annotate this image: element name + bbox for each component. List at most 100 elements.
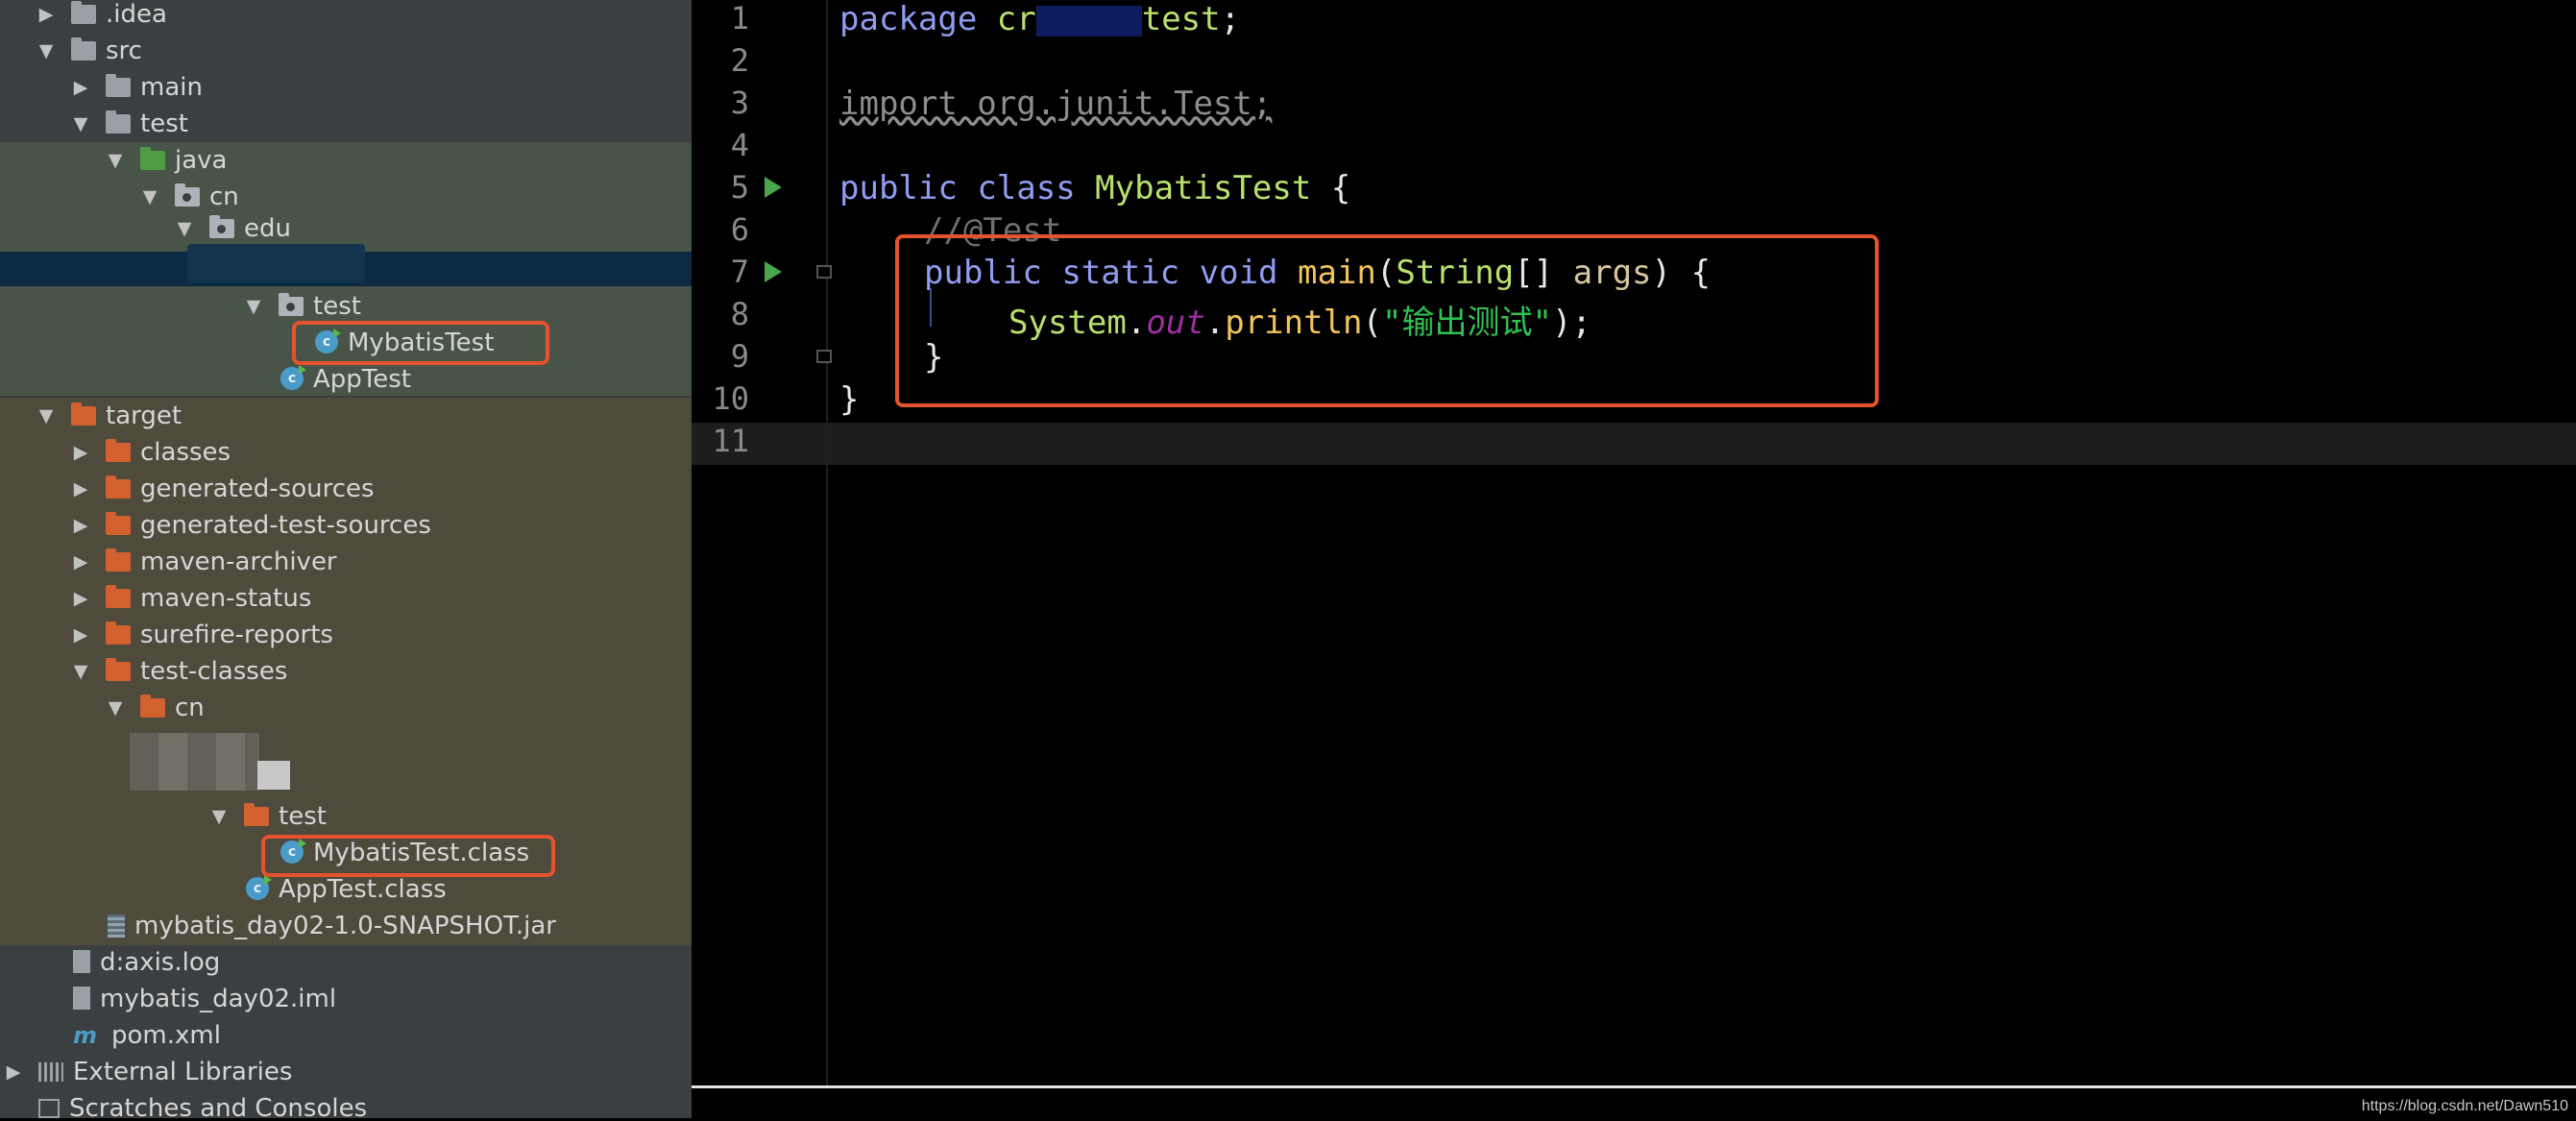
- jar-icon: [108, 914, 125, 938]
- expand-arrow-icon[interactable]: ▶: [73, 553, 88, 572]
- tree-item-axis-log[interactable]: d:axis.log: [73, 945, 220, 980]
- expand-arrow-icon[interactable]: ▶: [6, 1063, 21, 1082]
- tree-item-iml[interactable]: mybatis_day02.iml: [73, 982, 336, 1016]
- tree-item-jar[interactable]: mybatis_day02-1.0-SNAPSHOT.jar: [108, 909, 556, 943]
- collapse-arrow-icon[interactable]: ▼: [73, 115, 88, 134]
- redacted-package: [187, 244, 365, 282]
- collapse-arrow-icon[interactable]: ▼: [73, 663, 88, 681]
- tree-item-apptest[interactable]: c AppTest: [280, 362, 411, 397]
- run-main-icon[interactable]: [765, 261, 782, 282]
- code-line-5: public class MybatisTest {: [839, 169, 1351, 207]
- collapse-arrow-icon[interactable]: ▼: [108, 152, 123, 170]
- collapse-arrow-icon[interactable]: ▼: [38, 407, 54, 426]
- tree-item-external-libraries[interactable]: ▶ External Libraries: [6, 1055, 293, 1089]
- status-bar: https://blog.csdn.net/Dawn510: [692, 1085, 2576, 1121]
- java-class-icon: c: [280, 365, 306, 390]
- line-number: 6: [730, 211, 749, 248]
- folder-icon: [106, 585, 131, 608]
- module-file-icon: [73, 987, 90, 1010]
- tree-item-target[interactable]: ▼ target: [38, 399, 182, 433]
- redacted-package-name: [1035, 5, 1142, 37]
- code-line-1: package cr test;: [839, 0, 1241, 38]
- source-folder-icon: [140, 147, 165, 170]
- project-tree[interactable]: ▶ .idea ▼ src ▶ main ▼ test ▼ java ▼ cn …: [0, 0, 692, 1118]
- folder-icon: [106, 658, 131, 681]
- line-number: 11: [712, 423, 749, 459]
- expand-arrow-icon[interactable]: ▶: [73, 444, 88, 462]
- tree-item-generated-sources[interactable]: ▶ generated-sources: [73, 472, 375, 506]
- folder-icon: [71, 402, 96, 426]
- code-editor[interactable]: 1 2 3 4 5 6 7 8 9 10 11 package cr test; …: [692, 0, 2576, 1085]
- scratches-icon: [38, 1099, 60, 1118]
- collapse-arrow-icon[interactable]: ▼: [108, 699, 123, 718]
- line-number: 4: [730, 127, 749, 163]
- expand-arrow-icon[interactable]: ▶: [73, 590, 88, 608]
- folder-icon: [106, 621, 131, 645]
- tree-item-maven-status[interactable]: ▶ maven-status: [73, 581, 312, 616]
- expand-arrow-icon[interactable]: ▶: [73, 517, 88, 535]
- highlight-box-mybatistest-class: [261, 835, 555, 877]
- tree-item-classes[interactable]: ▶ classes: [73, 435, 231, 470]
- text-file-icon: [73, 950, 90, 973]
- package-icon: [209, 215, 234, 238]
- line-number: 7: [730, 254, 749, 290]
- run-class-icon[interactable]: [765, 177, 782, 198]
- tree-item-test-classes-test[interactable]: ▼ test: [211, 799, 327, 834]
- collapse-arrow-icon[interactable]: ▼: [177, 220, 192, 238]
- tree-item-cn[interactable]: ▼ cn: [142, 180, 239, 214]
- collapse-arrow-icon[interactable]: ▼: [211, 808, 227, 826]
- code-line-10: }: [839, 380, 860, 419]
- tree-item-scratches[interactable]: Scratches and Consoles: [6, 1091, 367, 1118]
- highlight-box-main-method: [895, 234, 1879, 407]
- current-line-highlight: [692, 423, 2576, 465]
- package-icon: [279, 293, 304, 316]
- folder-icon: [106, 512, 131, 535]
- folder-icon: [140, 695, 165, 718]
- line-number: 10: [712, 380, 749, 417]
- line-number: 8: [730, 296, 749, 332]
- editor-gutter: 1 2 3 4 5 6 7 8 9 10 11: [692, 0, 832, 1085]
- collapse-arrow-icon[interactable]: ▼: [246, 298, 261, 316]
- tree-item-apptest-class[interactable]: c AppTest.class: [246, 872, 447, 907]
- folder-icon: [106, 110, 131, 134]
- tree-item-generated-test-sources[interactable]: ▶ generated-test-sources: [73, 508, 431, 543]
- line-number: 5: [730, 169, 749, 206]
- folder-icon: [244, 803, 269, 826]
- highlight-box-mybatistest: [292, 321, 549, 365]
- tree-item-idea[interactable]: ▶ .idea: [38, 0, 167, 32]
- expand-arrow-icon[interactable]: ▶: [73, 480, 88, 499]
- libraries-icon: [38, 1062, 63, 1082]
- folder-icon: [106, 74, 131, 97]
- tree-item-test[interactable]: ▼ test: [73, 107, 188, 141]
- tree-item-maven-archiver[interactable]: ▶ maven-archiver: [73, 545, 337, 579]
- folder-icon: [71, 37, 96, 61]
- redacted-folders: [130, 733, 259, 791]
- line-number: 1: [730, 0, 749, 37]
- tree-item-java[interactable]: ▼ java: [108, 143, 228, 178]
- collapse-arrow-icon[interactable]: ▼: [38, 42, 54, 61]
- watermark: https://blog.csdn.net/Dawn510: [2361, 1098, 2568, 1114]
- tree-item-src[interactable]: ▼ src: [38, 34, 142, 68]
- package-icon: [175, 183, 200, 207]
- tree-item-test-classes[interactable]: ▼ test-classes: [73, 654, 288, 689]
- code-line-3: import org.junit.Test;: [839, 85, 1273, 123]
- expand-arrow-icon[interactable]: ▶: [38, 6, 54, 24]
- folder-icon: [106, 439, 131, 462]
- fold-marker-icon[interactable]: [816, 350, 832, 363]
- line-number: 2: [730, 42, 749, 79]
- tree-item-main[interactable]: ▶ main: [73, 70, 203, 105]
- folder-icon: [106, 548, 131, 572]
- folder-icon: [106, 475, 131, 499]
- tree-item-surefire-reports[interactable]: ▶ surefire-reports: [73, 618, 333, 652]
- folder-icon: [71, 1, 96, 24]
- expand-arrow-icon[interactable]: ▶: [73, 79, 88, 97]
- tree-item-cn-classes[interactable]: ▼ cn: [108, 691, 205, 725]
- tree-item-test-package[interactable]: ▼ test: [246, 289, 361, 324]
- tree-item-pom[interactable]: m pom.xml: [73, 1018, 221, 1053]
- expand-arrow-icon[interactable]: ▶: [73, 626, 88, 645]
- collapse-arrow-icon[interactable]: ▼: [142, 188, 158, 207]
- line-number: 3: [730, 85, 749, 121]
- fold-marker-icon[interactable]: [816, 265, 832, 279]
- class-file-icon: c: [246, 875, 272, 900]
- tree-item-edu[interactable]: ▼ edu: [177, 215, 291, 242]
